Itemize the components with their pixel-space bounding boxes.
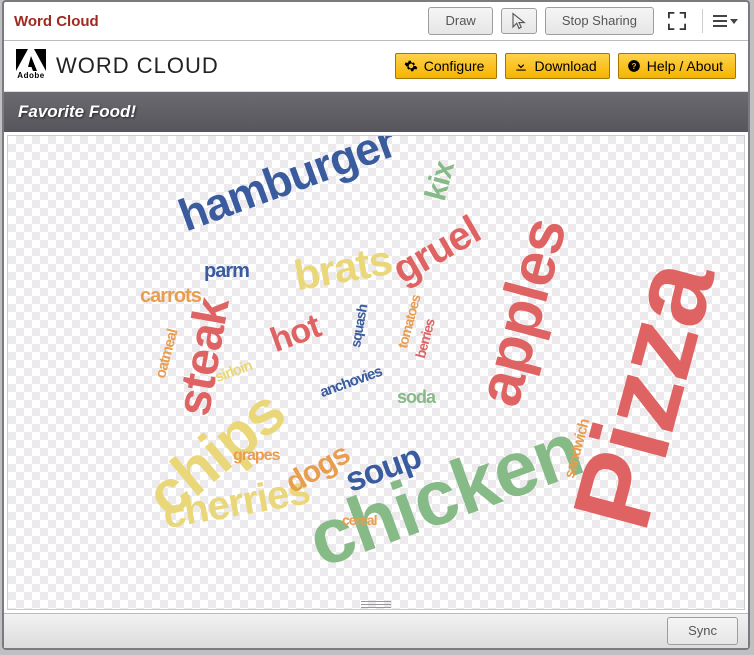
cloud-word: grapes [233,448,279,464]
cloud-word: Pizza [556,250,732,539]
fullscreen-icon [668,12,686,30]
resize-grip[interactable] [361,601,391,608]
download-icon [514,59,528,73]
cloud-word: carrots [140,286,201,306]
app-header: Adobe WORD CLOUD Configure Download ? He… [4,41,748,92]
configure-label: Configure [424,58,485,74]
cloud-word: gruel [386,210,486,291]
window-topbar: Word Cloud Draw Stop Sharing [4,2,748,41]
draw-label: Draw [445,12,475,30]
download-label: Download [534,58,596,74]
help-label: Help / About [647,58,723,74]
cloud-word: chicken [298,409,591,579]
wordcloud-canvas[interactable]: Pizzachickenappleschipssteakhamburgerbra… [7,135,745,610]
cloud-word: squash [348,304,369,349]
adobe-logo-icon [16,49,46,71]
pointer-icon [510,12,528,30]
adobe-logo: Adobe [14,49,48,83]
app-window: Word Cloud Draw Stop Sharing [2,0,750,650]
pointer-button[interactable] [501,8,537,34]
cloud-word: kix [421,159,460,204]
help-icon: ? [627,59,641,73]
cloud-word: cereal [342,513,376,527]
topbar-divider [702,9,703,33]
configure-button[interactable]: Configure [395,53,498,79]
svg-text:?: ? [631,62,636,71]
cloud-word: brats [291,239,395,297]
cloud-word: parm [204,261,249,281]
sync-button[interactable]: Sync [667,617,738,645]
download-button[interactable]: Download [505,53,609,79]
footer: Sync [4,613,748,648]
stop-sharing-button[interactable]: Stop Sharing [545,7,654,35]
cloud-word: soda [397,388,435,406]
app-title: WORD CLOUD [56,53,219,79]
help-button[interactable]: ? Help / About [618,53,736,79]
stop-sharing-label: Stop Sharing [562,12,637,30]
cloud-word: anchovies [318,364,384,400]
sync-label: Sync [688,622,717,640]
adobe-logo-caption: Adobe [17,71,44,80]
hamburger-icon [713,15,727,27]
caret-down-icon [730,19,738,24]
window-title: Word Cloud [14,13,99,30]
cloud-word: berries [413,318,437,360]
wordcloud-layer: Pizzachickenappleschipssteakhamburgerbra… [8,136,744,609]
menu-button[interactable] [713,8,738,34]
gear-icon [404,59,418,73]
cloud-word: hamburger [173,135,401,238]
cloud-title: Favorite Food! [4,92,748,132]
fullscreen-button[interactable] [662,8,692,34]
cloud-word: hot [266,309,324,358]
draw-button[interactable]: Draw [428,7,492,35]
